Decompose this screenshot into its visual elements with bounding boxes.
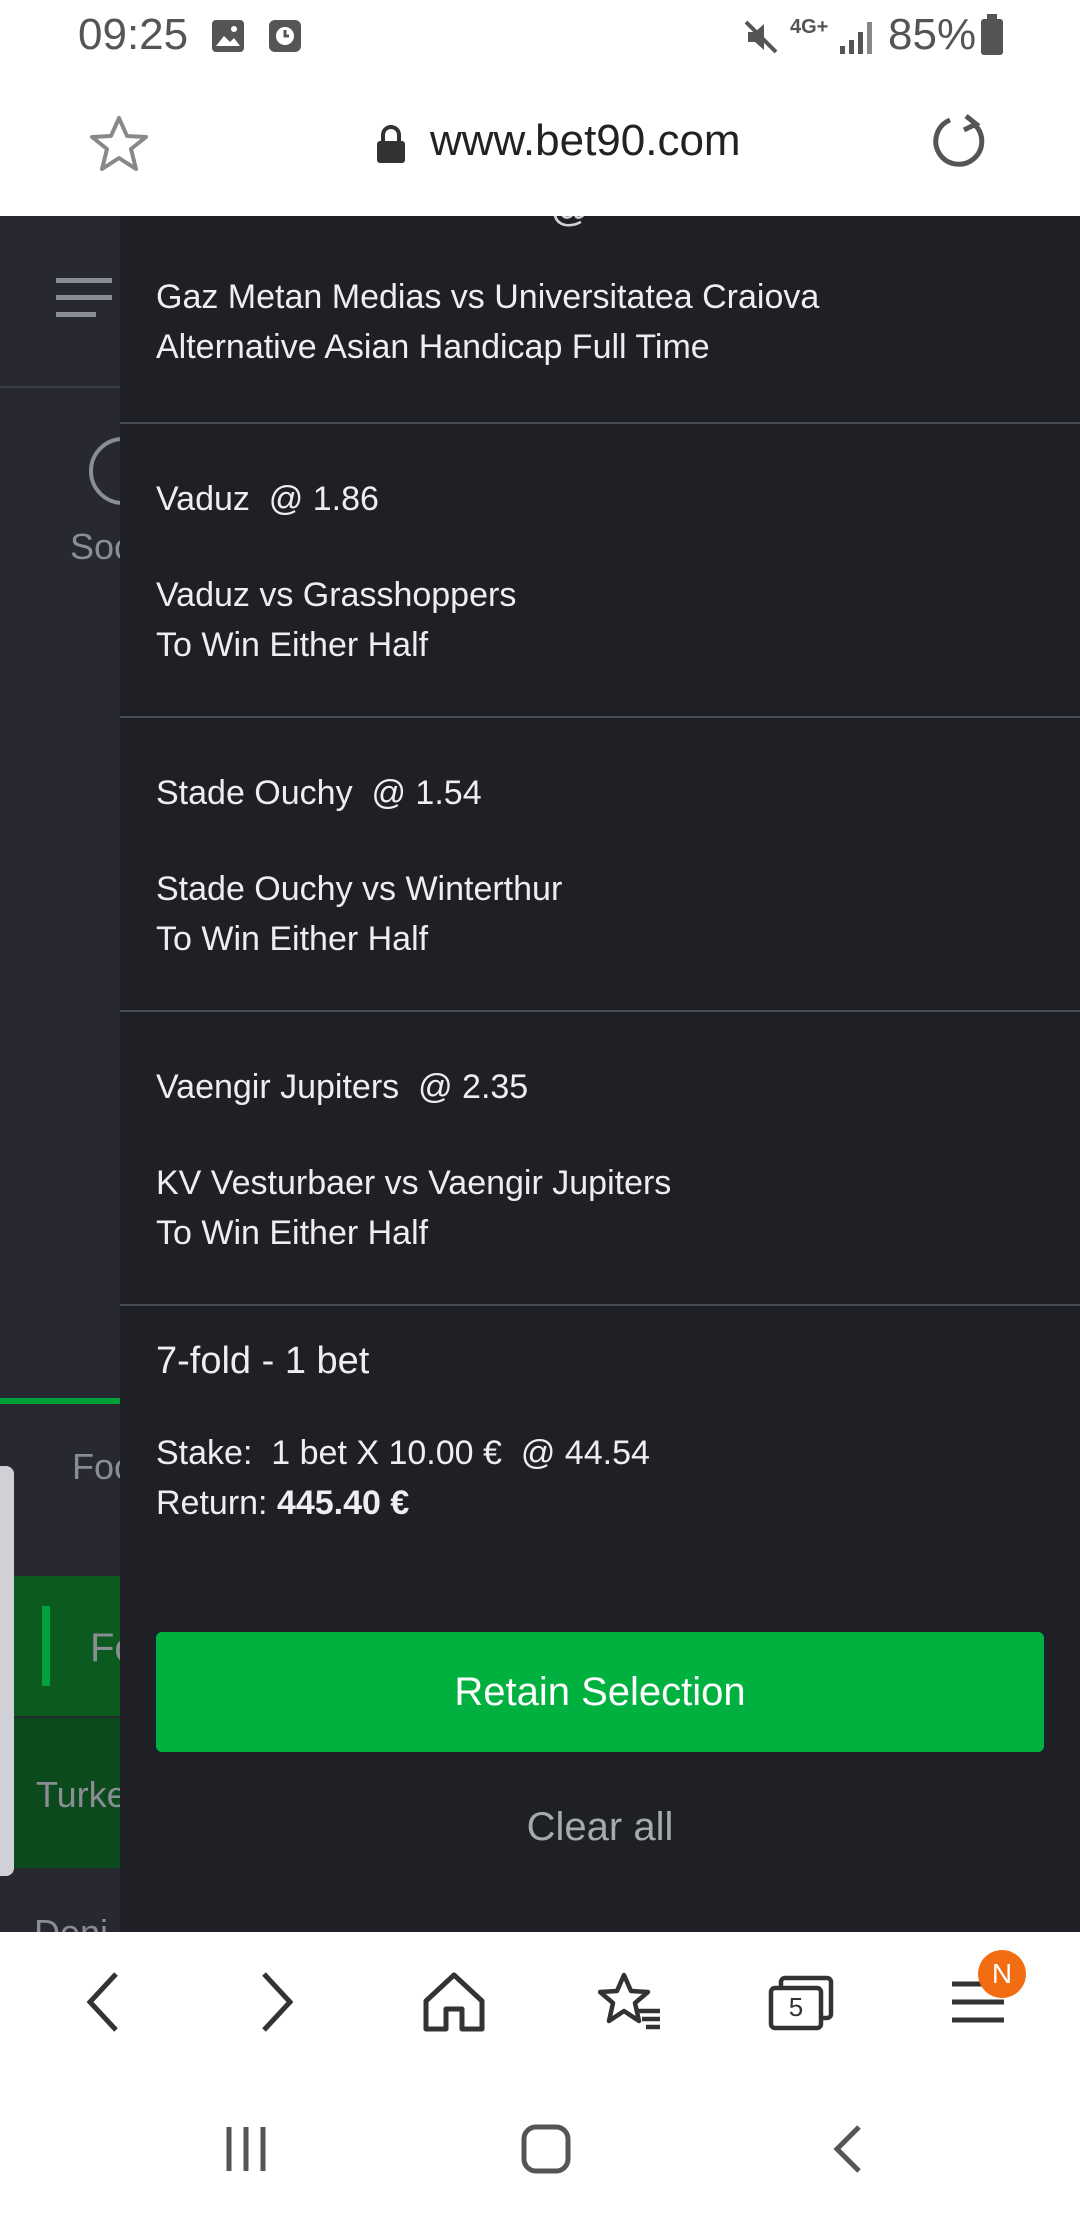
return-line: Return: 445.40 € xyxy=(156,1484,409,1523)
lock-icon xyxy=(374,124,408,169)
selection-pick: Stade Ouchy @ 1.54 xyxy=(156,774,482,813)
gallery-icon xyxy=(210,18,246,59)
tabs-count: 5 xyxy=(788,1992,804,2022)
chevron-left-icon xyxy=(82,1970,122,2039)
back-chevron-icon xyxy=(831,2124,865,2179)
back-button[interactable] xyxy=(60,1962,144,2046)
return-label: Return: xyxy=(156,1484,268,1522)
url-text[interactable]: www.bet90.com xyxy=(430,116,741,166)
battery-icon xyxy=(980,14,1004,61)
total-odds: @ 44.54 xyxy=(520,1434,650,1472)
home-icon xyxy=(422,1971,486,2038)
tabs-icon: 5 xyxy=(767,1974,837,2034)
betslip-selection: Gaz Metan Medias vs Universitatea Craiov… xyxy=(120,216,1080,424)
chevron-right-icon xyxy=(258,1970,298,2039)
recent-apps-icon xyxy=(223,2125,269,2178)
bet-type-title: 7-fold - 1 bet xyxy=(156,1340,370,1382)
selection-odds: @ 1.86 xyxy=(268,480,379,518)
hamburger-menu-icon[interactable] xyxy=(56,276,112,325)
stake-label: Stake: xyxy=(156,1434,253,1472)
betslip-selection: Vaengir Jupiters @ 2.35 KV Vesturbaer vs… xyxy=(120,1012,1080,1306)
selection-market: To Win Either Half xyxy=(156,920,429,958)
background-divider xyxy=(0,386,120,388)
status-time: 09:25 xyxy=(78,10,189,59)
clear-all-button[interactable]: Clear all xyxy=(120,1782,1080,1872)
recent-apps-button[interactable] xyxy=(206,2116,286,2186)
browser-url-bar: www.bet90.com xyxy=(0,74,1080,216)
mute-icon xyxy=(742,18,780,61)
selection-match: KV Vesturbaer vs Vaengir Jupiters xyxy=(156,1164,672,1202)
signal-icon xyxy=(838,18,878,61)
selection-pick: Vaengir Jupiters @ 2.35 xyxy=(156,1068,528,1107)
system-nav-bar xyxy=(0,2076,1080,2220)
selection-pick-name: Stade Ouchy xyxy=(156,774,353,812)
background-partial-label: Deni xyxy=(34,1912,108,1932)
betslip-selection: Vaduz @ 1.86 Vaduz vs Grasshoppers To Wi… xyxy=(120,424,1080,718)
background-league-label: Turke xyxy=(36,1774,127,1815)
betslip-selection: Stade Ouchy @ 1.54 Stade Ouchy vs Winter… xyxy=(120,718,1080,1012)
selection-odds: @ 2.35 xyxy=(418,1068,529,1106)
bookmarks-button[interactable] xyxy=(588,1962,672,2046)
bookmark-star-icon[interactable] xyxy=(88,114,150,179)
background-tab-marker xyxy=(42,1606,50,1686)
selection-pick-name: Vaengir Jupiters xyxy=(156,1068,400,1106)
menu-button[interactable]: N xyxy=(936,1950,1026,2046)
selection-pick: Vaduz @ 1.86 xyxy=(156,480,379,519)
stake-value: 1 bet X 10.00 € xyxy=(271,1434,502,1472)
notification-badge: N xyxy=(978,1950,1026,1998)
stake-line: Stake: 1 bet X 10.00 € @ 44.54 xyxy=(156,1434,650,1473)
battery-percent: 85% xyxy=(888,10,977,59)
home-square-icon xyxy=(521,2124,571,2179)
tabs-button[interactable]: 5 xyxy=(760,1962,844,2046)
betslip-panel: @ Gaz Metan Medias vs Universitatea Crai… xyxy=(120,216,1080,1932)
back-system-button[interactable] xyxy=(808,2116,888,2186)
forward-button[interactable] xyxy=(236,1962,320,2046)
background-scroll-handle[interactable] xyxy=(0,1466,14,1876)
selection-pick-name: Vaduz xyxy=(156,480,250,518)
selection-match: Gaz Metan Medias vs Universitatea Craiov… xyxy=(156,278,820,316)
network-type-icon: 4G+ xyxy=(790,16,829,38)
selection-odds: @ 1.54 xyxy=(371,774,482,812)
home-system-button[interactable] xyxy=(506,2116,586,2186)
selection-match: Vaduz vs Grasshoppers xyxy=(156,576,517,614)
return-value: 445.40 € xyxy=(276,1484,410,1522)
alarm-clock-icon xyxy=(268,18,302,59)
selection-market: To Win Either Half xyxy=(156,1214,429,1252)
status-bar: 09:25 4G+ 85% xyxy=(0,0,1080,74)
browser-bottom-bar: 5 N xyxy=(0,1932,1080,2076)
reload-icon[interactable] xyxy=(932,110,988,175)
selection-market: To Win Either Half xyxy=(156,626,429,664)
selection-match: Stade Ouchy vs Winterthur xyxy=(156,870,563,908)
selection-market: Alternative Asian Handicap Full Time xyxy=(156,328,710,366)
retain-selection-button[interactable]: Retain Selection xyxy=(156,1632,1044,1752)
home-button[interactable] xyxy=(412,1962,496,2046)
tab-underline xyxy=(0,1398,120,1404)
bookmarks-star-list-icon xyxy=(597,1971,662,2038)
